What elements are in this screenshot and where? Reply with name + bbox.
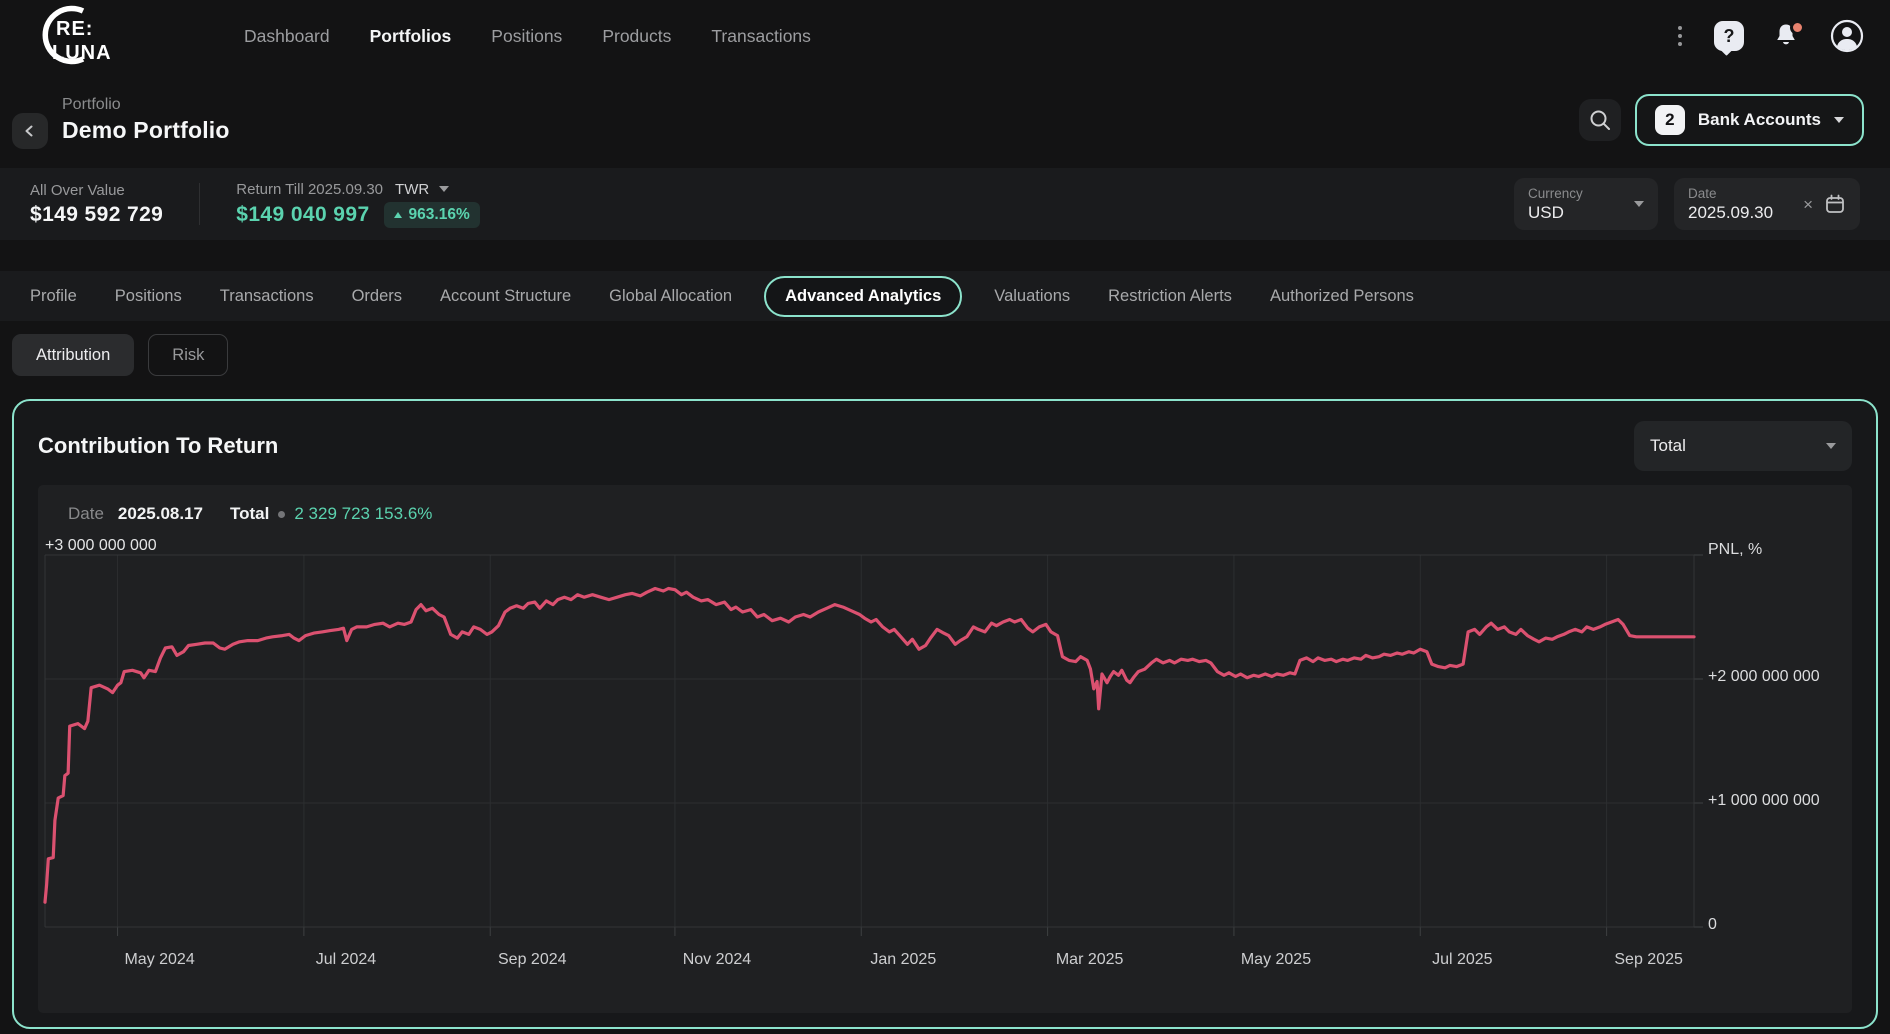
x-axis-tick-label: Jul 2025 xyxy=(1432,951,1493,969)
summary-bar: All Over Value $149 592 729 Return Till … xyxy=(0,168,1890,240)
divider xyxy=(199,183,200,225)
chart-panel: Date 2025.08.17 Total 2 329 723 153.6% +… xyxy=(38,485,1852,1013)
x-axis-tick-label: Sep 2025 xyxy=(1614,951,1683,969)
x-axis-tick-label: May 2024 xyxy=(124,951,194,969)
total-filter-value: Total xyxy=(1650,436,1686,456)
chevron-left-icon xyxy=(20,121,40,141)
tab-account-structure[interactable]: Account Structure xyxy=(440,287,571,306)
bank-accounts-label: Bank Accounts xyxy=(1698,110,1821,130)
legend-series-value: 2 329 723 153.6% xyxy=(294,504,432,524)
x-axis-tick-label: Jan 2025 xyxy=(870,951,936,969)
risk-button[interactable]: Risk xyxy=(148,334,228,376)
nav-item-transactions[interactable]: Transactions xyxy=(711,26,811,47)
legend-date-label: Date xyxy=(68,504,104,524)
x-axis-tick-label: Sep 2024 xyxy=(498,951,567,969)
contribution-chart-svg[interactable] xyxy=(45,539,1694,939)
notification-dot xyxy=(1790,20,1805,35)
y-axis-tick-label: +1 000 000 000 xyxy=(1708,792,1820,810)
currency-value: USD xyxy=(1528,203,1583,223)
calendar-icon[interactable] xyxy=(1824,193,1846,215)
currency-select[interactable]: Currency USD xyxy=(1514,178,1658,230)
all-over-value: $149 592 729 xyxy=(30,203,163,227)
date-picker[interactable]: Date 2025.09.30 × xyxy=(1674,178,1860,230)
page-title: Demo Portfolio xyxy=(62,117,230,144)
attribution-button[interactable]: Attribution xyxy=(12,334,134,376)
analytics-subnav: Attribution Risk xyxy=(0,333,1890,377)
main-nav: Dashboard Portfolios Positions Products … xyxy=(244,26,811,47)
date-value: 2025.09.30 xyxy=(1688,203,1773,223)
y-axis-tick-label: 0 xyxy=(1708,916,1717,934)
return-block: Return Till 2025.09.30 TWR $149 040 997 … xyxy=(236,181,479,228)
return-method-dropdown[interactable]: TWR xyxy=(395,181,449,198)
clear-icon[interactable]: × xyxy=(1803,196,1813,213)
portfolio-tabs: Profile Positions Transactions Orders Ac… xyxy=(0,271,1890,321)
total-filter-dropdown[interactable]: Total xyxy=(1634,421,1852,471)
x-axis-tick-label: Nov 2024 xyxy=(683,951,752,969)
tab-orders[interactable]: Orders xyxy=(352,287,402,306)
nav-item-positions[interactable]: Positions xyxy=(491,26,562,47)
legend-series-dot xyxy=(278,511,285,518)
nav-item-portfolios[interactable]: Portfolios xyxy=(370,26,452,47)
notifications-button[interactable] xyxy=(1772,21,1802,51)
return-value: $149 040 997 xyxy=(236,203,369,227)
page-header: Portfolio Demo Portfolio 2 Bank Accounts xyxy=(0,72,1890,168)
date-label: Date xyxy=(1688,186,1773,201)
return-method-value: TWR xyxy=(395,181,429,198)
chevron-down-icon xyxy=(439,186,449,192)
return-percent: 963.16% xyxy=(409,206,470,224)
logo-line2: LUNA xyxy=(52,42,112,64)
card-title: Contribution To Return xyxy=(38,433,278,459)
line-series-total xyxy=(45,589,1694,903)
all-over-value-block: All Over Value $149 592 729 xyxy=(30,182,163,227)
nav-item-dashboard[interactable]: Dashboard xyxy=(244,26,330,47)
nav-item-products[interactable]: Products xyxy=(602,26,671,47)
tab-profile[interactable]: Profile xyxy=(30,287,77,306)
app-root: RE: LUNA Dashboard Portfolios Positions … xyxy=(0,0,1890,1034)
currency-label: Currency xyxy=(1528,186,1583,201)
y-axis-labels: PNL, % +2 000 000 000 +1 000 000 000 0 xyxy=(1694,539,1852,939)
tab-valuations[interactable]: Valuations xyxy=(994,287,1070,306)
chevron-down-icon xyxy=(1826,443,1836,449)
x-axis-tick-label: May 2025 xyxy=(1241,951,1311,969)
y-axis-title: PNL, % xyxy=(1708,541,1762,559)
x-axis-labels: May 2024 Jul 2024 Sep 2024 Nov 2024 Jan 2025… xyxy=(45,951,1694,975)
logo-line1: RE: xyxy=(56,18,93,40)
bank-accounts-count-badge: 2 xyxy=(1655,105,1685,135)
question-icon: ? xyxy=(1724,26,1735,47)
tab-global-allocation[interactable]: Global Allocation xyxy=(609,287,732,306)
breadcrumb: Portfolio xyxy=(62,96,230,114)
legend-date-value: 2025.08.17 xyxy=(118,504,203,524)
tab-restriction-alerts[interactable]: Restriction Alerts xyxy=(1108,287,1232,306)
x-axis-tick-label: Mar 2025 xyxy=(1056,951,1124,969)
nav-actions: ? xyxy=(1674,19,1864,53)
chevron-down-icon xyxy=(1634,201,1644,207)
top-nav: RE: LUNA Dashboard Portfolios Positions … xyxy=(0,0,1890,72)
bank-accounts-dropdown[interactable]: 2 Bank Accounts xyxy=(1635,94,1864,146)
tab-advanced-analytics[interactable]: Advanced Analytics xyxy=(764,276,962,317)
tab-authorized-persons[interactable]: Authorized Persons xyxy=(1270,287,1414,306)
all-over-value-label: All Over Value xyxy=(30,182,163,199)
contribution-to-return-card: Contribution To Return Total Date 2025.0… xyxy=(12,399,1878,1029)
chevron-down-icon xyxy=(1834,117,1844,123)
y-axis-tick-label: +2 000 000 000 xyxy=(1708,668,1820,686)
back-button[interactable] xyxy=(12,113,48,149)
tab-positions[interactable]: Positions xyxy=(115,287,182,306)
avatar[interactable] xyxy=(1830,19,1864,53)
return-till-label: Return Till 2025.09.30 xyxy=(236,181,383,198)
search-button[interactable] xyxy=(1579,99,1621,141)
chart-legend: Date 2025.08.17 Total 2 329 723 153.6% xyxy=(68,501,1852,527)
chart-plot-area[interactable]: +3 000 000 000 xyxy=(45,539,1694,939)
triangle-up-icon xyxy=(394,212,402,218)
legend-series-label: Total xyxy=(230,504,269,524)
return-percent-badge: 963.16% xyxy=(384,202,480,228)
app-logo: RE: LUNA xyxy=(26,4,156,68)
help-button[interactable]: ? xyxy=(1714,21,1744,51)
kebab-menu-icon[interactable] xyxy=(1674,22,1686,50)
search-icon xyxy=(1588,108,1612,132)
x-axis-tick-label: Jul 2024 xyxy=(316,951,377,969)
tab-transactions[interactable]: Transactions xyxy=(220,287,314,306)
